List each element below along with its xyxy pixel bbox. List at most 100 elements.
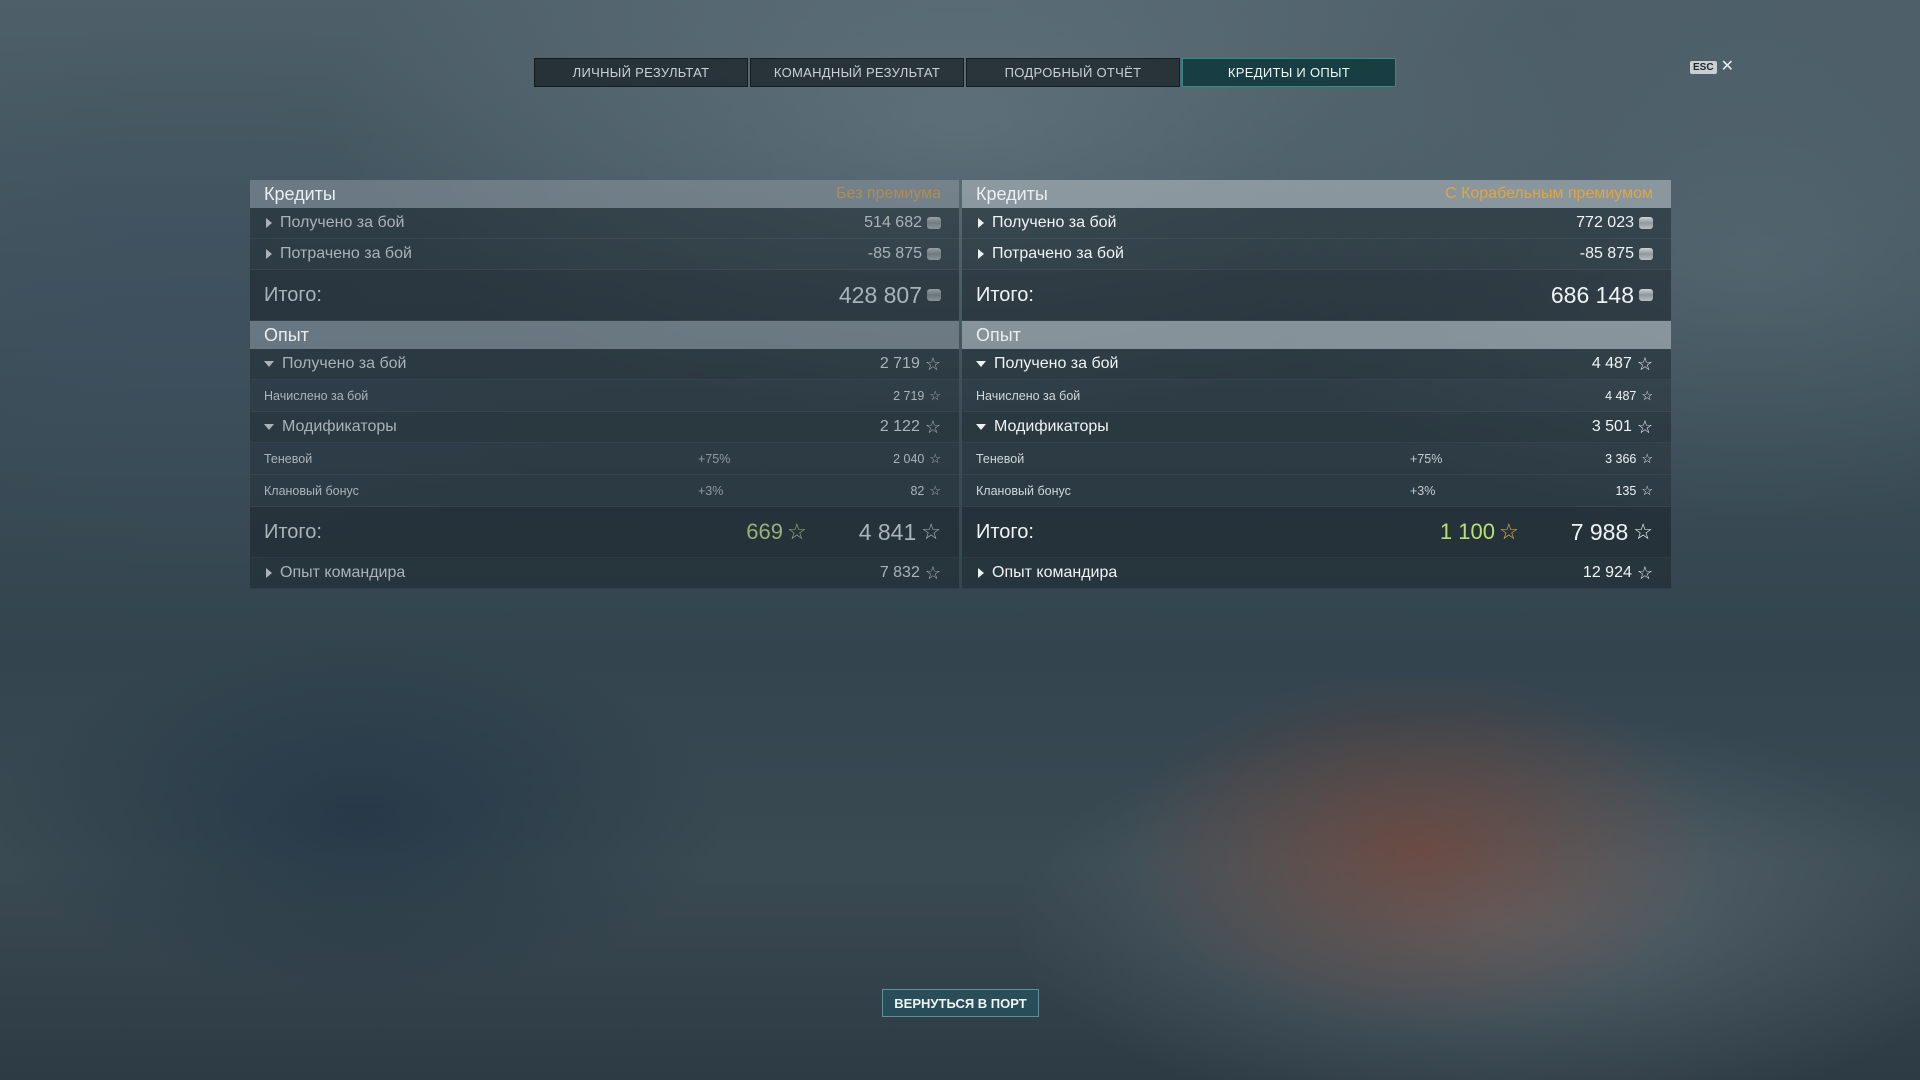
expand-arrow-icon bbox=[266, 568, 272, 578]
xp-total-label: Итого: bbox=[264, 520, 322, 543]
premium-label: С Корабельным премиумом bbox=[1445, 185, 1653, 202]
xp-star-icon: ☆ bbox=[929, 387, 941, 403]
collapse-arrow-icon bbox=[264, 424, 274, 430]
credits-earned-value: 772 023 bbox=[1576, 214, 1634, 231]
commander-xp-row[interactable]: Опыт командира 7 832 ☆ bbox=[250, 558, 959, 589]
tab-personal-result[interactable]: ЛИЧНЫЙ РЕЗУЛЬТАТ bbox=[534, 58, 748, 87]
panel-ship-premium: Кредиты С Корабельным премиумом Получено… bbox=[962, 180, 1671, 589]
xp-total-row: Итого: 669 ☆ 4 841 ☆ bbox=[250, 507, 959, 558]
credits-coin-icon bbox=[1639, 217, 1653, 229]
xp-clan-value: 135 bbox=[1615, 483, 1637, 498]
xp-header: Опыт bbox=[962, 321, 1671, 349]
xp-shadow-value: 3 366 bbox=[1605, 451, 1637, 466]
xp-accrued-label: Начислено за бой bbox=[976, 388, 1081, 403]
credits-total-row: Итого: 686 148 bbox=[962, 270, 1671, 321]
xp-star-icon: ☆ bbox=[929, 482, 941, 498]
credits-spent-row[interactable]: Потрачено за бой -85 875 bbox=[250, 239, 959, 270]
credits-earned-row[interactable]: Получено за бой 772 023 bbox=[962, 208, 1671, 239]
panel-no-premium: Кредиты Без премиума Получено за бой 514… bbox=[250, 180, 959, 589]
credits-spent-label: Потрачено за бой bbox=[280, 245, 412, 262]
xp-title: Опыт bbox=[264, 324, 309, 345]
credits-spent-row[interactable]: Потрачено за бой -85 875 bbox=[962, 239, 1671, 270]
xp-clan-row: Клановый бонус +3% 82 ☆ bbox=[250, 475, 959, 507]
xp-star-icon: ☆ bbox=[1636, 563, 1653, 583]
xp-total-bonus: 669 bbox=[746, 519, 783, 544]
tab-detailed-report[interactable]: ПОДРОБНЫЙ ОТЧЁТ bbox=[966, 58, 1180, 87]
xp-shadow-pct: +75% bbox=[1410, 451, 1443, 466]
xp-star-icon: ☆ bbox=[924, 417, 941, 437]
xp-star-icon: ☆ bbox=[1636, 354, 1653, 374]
collapse-arrow-icon bbox=[976, 424, 986, 430]
tab-team-result[interactable]: КОМАНДНЫЙ РЕЗУЛЬТАТ bbox=[750, 58, 964, 87]
credits-title: Кредиты bbox=[264, 183, 336, 204]
xp-earned-row[interactable]: Получено за бой 4 487 ☆ bbox=[962, 349, 1671, 380]
xp-accrued-row: Начислено за бой 2 719 ☆ bbox=[250, 380, 959, 412]
premium-label: Без премиума bbox=[836, 185, 941, 202]
credits-title: Кредиты bbox=[976, 183, 1048, 204]
xp-star-icon: ☆ bbox=[1636, 417, 1653, 437]
xp-shadow-pct: +75% bbox=[698, 451, 731, 466]
xp-star-icon: ☆ bbox=[1641, 450, 1653, 466]
credits-spent-label: Потрачено за бой bbox=[992, 245, 1124, 262]
commander-xp-value: 7 832 bbox=[879, 564, 920, 581]
tab-bar: ЛИЧНЫЙ РЕЗУЛЬТАТ КОМАНДНЫЙ РЕЗУЛЬТАТ ПОД… bbox=[534, 58, 1398, 87]
xp-earned-value: 4 487 bbox=[1591, 355, 1632, 372]
xp-total-bonus: 1 100 bbox=[1439, 519, 1495, 544]
xp-earned-row[interactable]: Получено за бой 2 719 ☆ bbox=[250, 349, 959, 380]
return-to-port-button[interactable]: ВЕРНУТЬСЯ В ПОРТ bbox=[882, 989, 1039, 1017]
xp-modifiers-value: 2 122 bbox=[879, 418, 920, 435]
xp-clan-row: Клановый бонус +3% 135 ☆ bbox=[962, 475, 1671, 507]
credits-header: Кредиты С Корабельным премиумом bbox=[962, 180, 1671, 208]
xp-accrued-row: Начислено за бой 4 487 ☆ bbox=[962, 380, 1671, 412]
expand-arrow-icon bbox=[978, 249, 984, 259]
expand-arrow-icon bbox=[978, 568, 984, 578]
expand-arrow-icon bbox=[266, 218, 272, 228]
credits-earned-row[interactable]: Получено за бой 514 682 bbox=[250, 208, 959, 239]
xp-total-row: Итого: 1 100 ☆ 7 988 ☆ bbox=[962, 507, 1671, 558]
credits-earned-value: 514 682 bbox=[864, 214, 922, 231]
expand-arrow-icon bbox=[266, 249, 272, 259]
xp-header: Опыт bbox=[250, 321, 959, 349]
collapse-arrow-icon bbox=[976, 361, 986, 367]
commander-xp-value: 12 924 bbox=[1582, 564, 1632, 581]
expand-arrow-icon bbox=[978, 218, 984, 228]
tab-credits-and-xp[interactable]: КРЕДИТЫ И ОПЫТ bbox=[1182, 58, 1396, 87]
xp-accrued-label: Начислено за бой bbox=[264, 388, 369, 403]
credits-coin-icon bbox=[1639, 248, 1653, 260]
credits-spent-value: -85 875 bbox=[867, 245, 922, 262]
xp-clan-label: Клановый бонус bbox=[264, 483, 359, 498]
xp-star-icon: ☆ bbox=[921, 519, 941, 544]
credits-header: Кредиты Без премиума bbox=[250, 180, 959, 208]
xp-shadow-value: 2 040 bbox=[893, 451, 925, 466]
xp-shadow-row: Теневой +75% 2 040 ☆ bbox=[250, 443, 959, 475]
xp-clan-value: 82 bbox=[910, 483, 925, 498]
bonus-star-icon: ☆ bbox=[1498, 519, 1519, 544]
xp-total-value: 7 988 bbox=[1570, 518, 1629, 545]
xp-star-icon: ☆ bbox=[924, 563, 941, 583]
xp-star-icon: ☆ bbox=[1641, 482, 1653, 498]
credits-coin-icon bbox=[927, 248, 941, 260]
xp-shadow-label: Теневой bbox=[976, 451, 1025, 466]
credits-total-label: Итого: bbox=[976, 283, 1034, 306]
credits-total-row: Итого: 428 807 bbox=[250, 270, 959, 321]
bonus-star-icon: ☆ bbox=[786, 519, 807, 544]
credits-coin-icon bbox=[1639, 289, 1653, 301]
credits-coin-icon bbox=[927, 289, 941, 301]
xp-earned-label: Получено за бой bbox=[994, 355, 1119, 372]
close-button[interactable]: ESC ✕ bbox=[1690, 58, 1734, 75]
xp-earned-label: Получено за бой bbox=[282, 355, 407, 372]
xp-total-label: Итого: bbox=[976, 520, 1034, 543]
xp-clan-label: Клановый бонус bbox=[976, 483, 1071, 498]
commander-xp-row[interactable]: Опыт командира 12 924 ☆ bbox=[962, 558, 1671, 589]
credits-total-label: Итого: bbox=[264, 283, 322, 306]
credits-total-value: 428 807 bbox=[838, 281, 922, 308]
collapse-arrow-icon bbox=[264, 361, 274, 367]
credits-earned-label: Получено за бой bbox=[280, 214, 405, 231]
xp-modifiers-row[interactable]: Модификаторы 3 501 ☆ bbox=[962, 412, 1671, 443]
xp-modifiers-row[interactable]: Модификаторы 2 122 ☆ bbox=[250, 412, 959, 443]
close-icon: ✕ bbox=[1720, 58, 1734, 75]
credits-coin-icon bbox=[927, 217, 941, 229]
xp-earned-value: 2 719 bbox=[879, 355, 920, 372]
xp-clan-pct: +3% bbox=[698, 483, 724, 498]
commander-xp-label: Опыт командира bbox=[280, 564, 406, 581]
